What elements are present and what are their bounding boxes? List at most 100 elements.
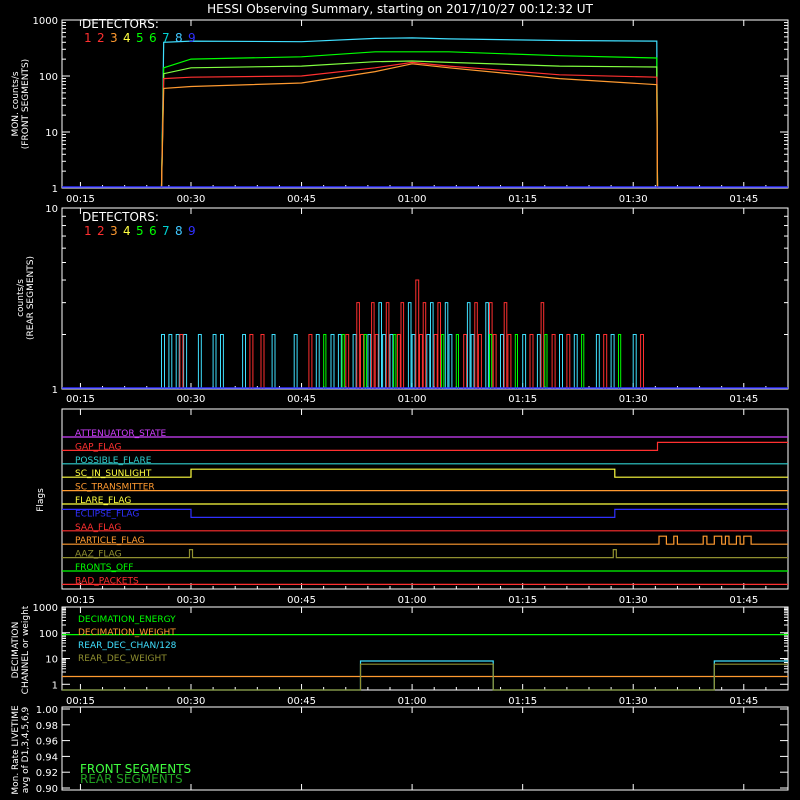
decimation-xtick-label: 01:30 [619,696,648,707]
front-series-det-6 [160,51,659,189]
rear-spike-det-8 [271,334,276,389]
front-detector-5: 5 [136,31,144,45]
rear-spike-det-1 [396,334,401,389]
flag-label-eclipse-flag: ECLIPSE_FLAG [75,509,139,519]
front-detector-8: 8 [175,31,183,45]
rear-spike-det-8 [444,302,449,389]
decimation-ytick-label: 100 [39,629,58,640]
rear-spike-det-8 [315,334,320,389]
rear-detector-9: 9 [188,224,196,238]
front-detector-4: 4 [123,31,131,45]
rear-spike-det-1 [540,302,545,389]
rear-spike-det-1 [433,334,438,389]
decimation-xtick-label: 00:30 [177,696,206,707]
figure-title: HESSI Observing Summary, starting on 201… [207,2,593,16]
rear-spike-det-1 [356,302,360,389]
decimation-ytick-label: 10 [45,655,58,666]
front-series-det-8 [160,37,659,189]
rear-spike-det-1 [463,334,468,389]
front-series-det-3 [160,63,659,189]
rear-spike-det-8 [242,334,246,389]
rear-xtick-label: 01:15 [508,394,537,405]
rear-spike-det-1 [345,334,350,389]
front-ytick-label: 1 [52,184,58,195]
rear-spike-det-1 [503,302,508,389]
livetime-ylabel-line: avg of D1,3,4,5,6,9 [21,706,31,793]
decimation-ylabel-line: DECIMATION [11,622,21,679]
rear-spike-det-8 [448,334,453,389]
rear-spike-det-8 [220,334,224,389]
rear-spike-det-1 [419,334,423,389]
rear-spike-det-8 [426,334,431,389]
front-xtick-label: 01:30 [619,194,648,205]
rear-xtick-label: 00:30 [177,394,206,405]
rear-spike-det-6 [393,334,397,389]
rear-spike-det-1 [400,302,405,389]
rear-spike-det-8 [522,334,527,389]
rear-spike-det-6 [618,334,622,389]
front-ytick-label: 10 [45,128,58,139]
rear-spike-det-8 [610,334,615,389]
flags-ylabel: Flags [36,488,46,512]
rear-spike-det-8 [573,334,578,389]
decimation-legend-1: DECIMATION_WEIGHT [78,628,176,638]
front-detector-3: 3 [110,31,118,45]
rear-spike-det-1 [603,334,608,389]
livetime-ytick-label: 0.98 [36,721,58,732]
rear-spike-det-6 [544,334,548,389]
rear-spike-det-6 [514,334,518,389]
rear-spike-det-6 [455,334,459,389]
rear-spike-det-1 [308,334,313,389]
front-detector-9: 9 [188,31,196,45]
rear-spike-det-1 [422,302,427,389]
flags-xtick-label: 01:15 [508,595,537,606]
rear-spike-det-8 [389,334,394,389]
rear-xtick-label: 01:30 [619,394,648,405]
rear-spike-det-8 [197,334,202,389]
livetime-ytick-label: 0.92 [36,768,58,779]
rear-ylabel-line: (REAR SEGMENTS) [26,256,36,340]
rear-spike-det-1 [529,334,534,389]
rear-ytick-label: 1 [52,385,58,396]
livetime-legend-1: REAR SEGMENTS [80,772,183,786]
rear-spike-det-8 [411,334,416,389]
rear-spike-det-6 [363,334,367,389]
decimation-ylabel-line: CHANNEL or weight [21,605,31,694]
rear-detector-7: 7 [162,224,170,238]
rear-spike-det-1 [437,302,441,389]
rear-ytick-label: 10 [45,204,58,215]
decimation-xtick-label: 00:45 [287,696,316,707]
decimation-series-rear-dec-chan-128 [62,660,788,691]
rear-spike-det-8 [466,302,471,389]
rear-panel-frame [61,207,789,390]
rear-spike-det-8 [500,334,504,389]
rear-spike-det-1 [179,334,184,389]
rear-spike-det-1 [566,334,571,389]
rear-spike-det-8 [330,334,335,389]
front-xtick-label: 00:15 [66,194,95,205]
rear-detector-4: 4 [123,224,131,238]
flags-panel-frame [61,408,789,590]
rear-spike-det-1 [374,334,379,389]
front-xtick-label: 00:45 [287,194,316,205]
rear-spike-det-1 [371,302,375,389]
rear-detectors-title: DETECTORS: [82,210,159,224]
rear-spike-det-8 [632,334,637,389]
rear-spike-det-8 [382,334,387,389]
flags-xtick-label: 00:30 [177,595,206,606]
livetime-ylabel: Mon. Rate LIVETIME avg of D1,3,4,5,6,9 [11,705,31,795]
decimation-legend-0: DECIMATION_ENERGY [78,615,176,625]
livetime-ylabel-line: Mon. Rate LIVETIME [11,705,21,795]
livetime-ytick-label: 0.96 [36,737,58,748]
flag-line-gap-flag [62,441,788,451]
decimation-legend-2: REAR_DEC_CHAN/128 [78,641,177,651]
rear-spike-det-8 [337,334,342,389]
rear-spike-det-1 [474,302,478,389]
front-detector-6: 6 [149,31,157,45]
rear-spike-det-8 [378,302,382,389]
front-ylabel-line: (FRONT SEGMENTS) [21,59,31,149]
front-ylabel-line: MON. counts/s [11,71,21,136]
front-ylabel: MON. counts/s (FRONT SEGMENTS) [11,59,31,149]
rear-spike-det-8 [470,334,475,389]
rear-spike-det-1 [360,334,364,389]
